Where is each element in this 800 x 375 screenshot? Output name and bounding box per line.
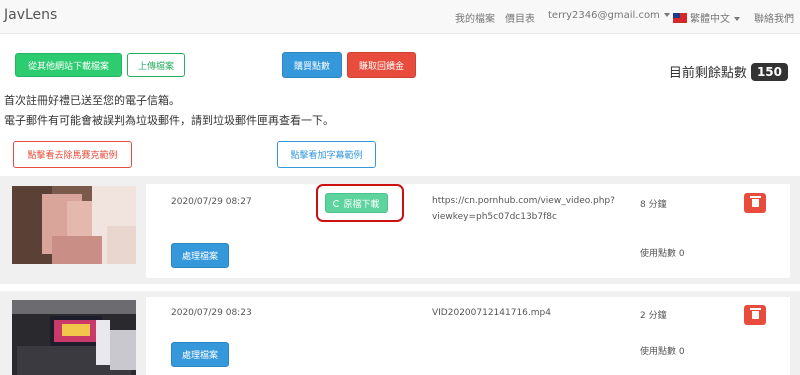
download-other-site-button[interactable]: 從其他網站下載檔案: [15, 53, 122, 77]
file-date: 2020/07/29 08:27: [171, 197, 252, 207]
file-duration: 8 分鐘: [640, 200, 667, 210]
notice-line-2: 電子郵件有可能會被誤判為垃圾郵件，請到垃圾郵件匣再查看一下。: [4, 114, 334, 127]
language-label: 繁體中文: [690, 14, 730, 25]
points-display: 目前剩餘點數 150: [669, 62, 788, 81]
earn-rebate-button[interactable]: 賺取回饋金: [347, 52, 416, 78]
subtitle-example-button[interactable]: 點擊看加字幕範例: [277, 141, 376, 168]
mosaic-example-button[interactable]: 點擊看去除馬賽克範例: [13, 141, 132, 168]
file-source-name[interactable]: VID20200712141716.mp4: [432, 308, 551, 318]
chevron-down-icon: [734, 17, 740, 21]
nav-my-files[interactable]: 我的檔案: [455, 10, 495, 25]
file-duration: 2 分鐘: [640, 311, 667, 321]
points-label: 目前剩餘點數: [668, 66, 747, 81]
points-badge: 150: [750, 62, 788, 81]
points-used: 使用點數 0: [640, 347, 685, 357]
file-date: 2020/07/29 08:23: [171, 308, 252, 318]
nav-pricing[interactable]: 價目表: [505, 10, 535, 25]
delete-button[interactable]: [744, 305, 766, 325]
nav-contact[interactable]: 聯絡我們: [754, 10, 794, 25]
taiwan-flag-icon: [673, 13, 687, 23]
chevron-down-icon: [663, 13, 670, 17]
buy-points-button[interactable]: 購買點數: [282, 52, 342, 78]
notice-line-1: 首次註冊好禮已送至您的電子信箱。: [4, 94, 180, 107]
process-file-button[interactable]: 處理檔案: [171, 243, 229, 268]
trash-icon: [749, 308, 761, 319]
account-email: terry2346@gmail.com: [548, 10, 660, 21]
video-thumbnail[interactable]: [12, 300, 136, 375]
video-thumbnail[interactable]: [12, 186, 136, 264]
nav-language-dropdown[interactable]: 繁體中文: [673, 10, 740, 25]
upload-file-button[interactable]: 上傳檔案: [127, 53, 185, 77]
brand-logo[interactable]: JavLens: [4, 7, 57, 23]
delete-button[interactable]: [744, 193, 766, 213]
file-source-url[interactable]: https://cn.pornhub.com/view_video.php?vi…: [432, 193, 622, 225]
top-navbar: JavLens 我的檔案 價目表 terry2346@gmail.com 繁體中…: [0, 0, 800, 34]
process-file-button[interactable]: 處理檔案: [171, 342, 229, 367]
nav-account-dropdown[interactable]: terry2346@gmail.com: [548, 10, 670, 21]
highlight-annotation: [316, 184, 404, 222]
points-used: 使用點數 0: [640, 249, 685, 259]
trash-icon: [749, 196, 761, 207]
